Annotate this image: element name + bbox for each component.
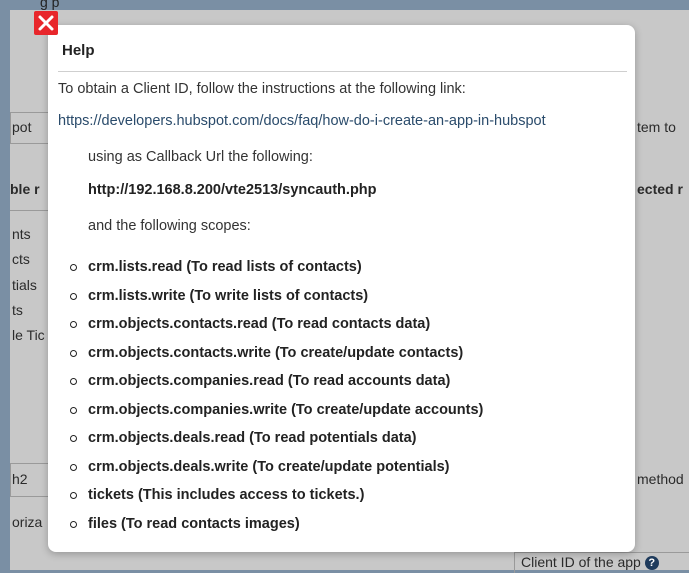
bg-right-label-0: tem to — [637, 119, 676, 135]
scope-item: crm.objects.companies.read (To read acco… — [48, 367, 635, 396]
callback-label: using as Callback Url the following: — [88, 149, 313, 165]
dialog-divider — [58, 71, 627, 72]
bullet-icon — [70, 520, 77, 528]
scope-text: crm.objects.contacts.read (To read conta… — [88, 316, 431, 332]
bg-header-partial: g p — [40, 0, 60, 10]
scopes-list: crm.lists.read (To read lists of contact… — [48, 253, 635, 538]
bg-left-label-4: tials — [12, 277, 37, 293]
bullet-icon — [70, 463, 77, 471]
bg-left-label-1: ble r — [10, 181, 40, 197]
help-icon[interactable]: ? — [644, 556, 659, 571]
bg-divider — [10, 210, 48, 211]
scope-text: crm.lists.write (To write lists of conta… — [88, 287, 369, 304]
scope-item: tickets (This includes access to tickets… — [48, 481, 635, 510]
scope-item: crm.objects.deals.write (To create/updat… — [48, 453, 635, 482]
scope-text: crm.objects.companies.read (To read acco… — [88, 373, 451, 389]
bg-client-id-row: Client ID of the app ? — [521, 554, 659, 571]
scope-text: tickets (This includes access to tickets… — [88, 487, 365, 503]
scope-item: files (To read contacts images) — [48, 510, 635, 539]
scope-text: crm.objects.deals.write (To create/updat… — [88, 458, 450, 475]
close-icon — [38, 15, 54, 31]
bullet-icon — [70, 321, 77, 328]
scopes-label: and the following scopes: — [88, 218, 251, 234]
bullet-icon — [70, 435, 77, 442]
bullet-icon — [70, 492, 77, 499]
scope-item: crm.objects.contacts.write (To create/up… — [48, 339, 635, 368]
bg-left-label-0: pot — [12, 119, 32, 135]
scope-item: crm.lists.read (To read lists of contact… — [48, 253, 635, 282]
help-dialog: Help To obtain a Client ID, follow the i… — [48, 25, 635, 552]
dialog-title: Help — [62, 42, 95, 59]
bg-left-label-7: h2 — [12, 471, 28, 487]
scope-item: crm.lists.write (To write lists of conta… — [48, 282, 635, 311]
scope-text: crm.objects.companies.write (To create/u… — [88, 401, 484, 418]
bg-left-label-6: le Tic — [12, 327, 45, 343]
hubspot-docs-link[interactable]: https://developers.hubspot.com/docs/faq/… — [58, 113, 546, 129]
scope-text: crm.objects.contacts.write (To create/up… — [88, 344, 464, 361]
scope-text: files (To read contacts images) — [88, 515, 300, 532]
scope-text: crm.objects.deals.read (To read potentia… — [88, 430, 417, 446]
bg-client-id-label: Client ID of the app — [521, 554, 641, 570]
bullet-icon — [70, 378, 77, 385]
bg-right-label-1: ected r — [637, 181, 683, 197]
bullet-icon — [70, 292, 77, 300]
callback-url: http://192.168.8.200/vte2513/syncauth.ph… — [88, 182, 377, 198]
bg-left-label-3: cts — [12, 251, 30, 267]
bg-left-label-5: ts — [12, 302, 23, 318]
bg-right-label-2: method — [637, 471, 684, 487]
bg-left-label-2: nts — [12, 226, 31, 242]
bullet-icon — [70, 349, 77, 357]
scope-item: crm.objects.companies.write (To create/u… — [48, 396, 635, 425]
bullet-icon — [70, 406, 77, 414]
scope-text: crm.lists.read (To read lists of contact… — [88, 259, 362, 275]
bullet-icon — [70, 264, 77, 271]
scope-item: crm.objects.deals.read (To read potentia… — [48, 424, 635, 453]
bg-left-label-8: oriza — [12, 514, 43, 530]
close-button[interactable] — [34, 11, 58, 35]
scope-item: crm.objects.contacts.read (To read conta… — [48, 310, 635, 339]
intro-text: To obtain a Client ID, follow the instru… — [58, 81, 466, 97]
